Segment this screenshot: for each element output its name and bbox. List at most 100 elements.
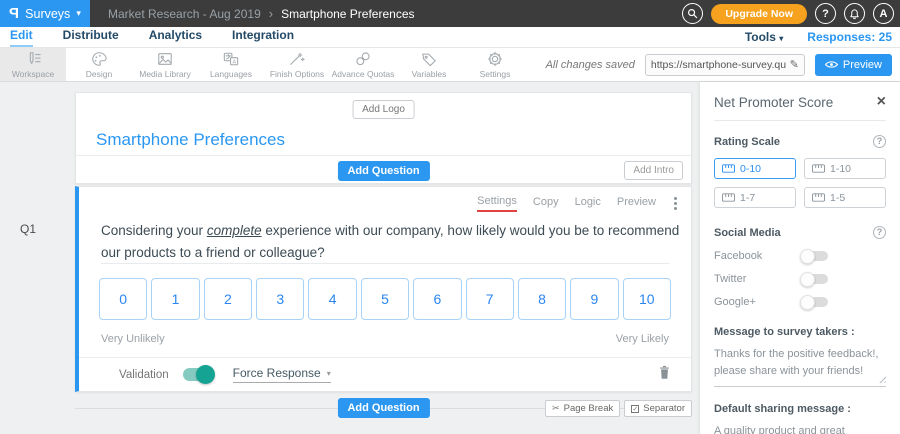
product-name: Surveys [25, 7, 70, 21]
nps-option[interactable]: 10 [623, 278, 671, 320]
menu-right: Tools ▾ Responses: 25 [745, 30, 900, 44]
social-media-label: Social Media [714, 227, 781, 239]
facebook-toggle[interactable] [802, 251, 828, 261]
menu-item-analytics[interactable]: Analytics [149, 28, 202, 47]
header-actions: Add Question Add Intro [76, 155, 691, 183]
nps-option[interactable]: 3 [256, 278, 304, 320]
chevron-down-icon: ▾ [76, 8, 81, 19]
rating-option-1-7[interactable]: 1-7 [714, 187, 796, 208]
question-text-underline [101, 263, 669, 264]
chevron-down-icon: ▾ [327, 369, 331, 378]
add-intro-button[interactable]: Add Intro [624, 161, 683, 180]
account-button[interactable]: A [873, 3, 894, 24]
toggle-knob [800, 272, 815, 287]
googleplus-toggle[interactable] [802, 297, 828, 307]
tools-dropdown[interactable]: Tools ▾ [745, 30, 783, 44]
menu-item-integration[interactable]: Integration [232, 28, 294, 47]
nps-option[interactable]: 9 [570, 278, 618, 320]
survey-builder-app: P Surveys ▾ Market Research - Aug 2019 ›… [0, 0, 900, 434]
rating-option-1-5[interactable]: 1-5 [804, 187, 886, 208]
question-text-part: Considering your [101, 223, 207, 238]
menu-item-edit[interactable]: Edit [10, 28, 33, 47]
preview-button[interactable]: Preview [815, 54, 892, 76]
tool-media-library[interactable]: Media Library [132, 48, 198, 81]
rating-scale-options: 0-10 1-10 1-7 1-5 [714, 158, 886, 208]
breadcrumb-current: Smartphone Preferences [281, 7, 414, 21]
separator-icon: ✓ [631, 405, 639, 413]
panel-divider [714, 120, 886, 121]
message-textarea[interactable]: Thanks for the positive feedback!, pleas… [714, 346, 886, 387]
page-break-button[interactable]: ✂ Page Break [545, 400, 620, 417]
nps-option[interactable]: 2 [204, 278, 252, 320]
scale-icon [812, 164, 825, 173]
notifications-button[interactable] [844, 3, 865, 24]
tool-design[interactable]: Design [66, 48, 132, 81]
page-break-label: Page Break [564, 403, 614, 414]
separator-button[interactable]: ✓ Separator [624, 400, 692, 417]
menu-item-distribute[interactable]: Distribute [63, 28, 119, 47]
validation-toggle[interactable] [183, 368, 213, 381]
close-icon[interactable]: × [877, 94, 886, 110]
add-question-button-top[interactable]: Add Question [337, 161, 429, 181]
tool-finish-options[interactable]: Finish Options [264, 48, 330, 81]
responses-link[interactable]: Responses: 25 [807, 30, 892, 44]
delete-question-button[interactable] [658, 365, 671, 385]
tab-preview[interactable]: Preview [617, 196, 656, 211]
tool-settings[interactable]: Settings [462, 48, 528, 81]
edit-url-icon[interactable]: ✎ [790, 58, 799, 71]
scale-icon [722, 193, 735, 202]
tool-label: Languages [210, 69, 252, 79]
autosave-status: All changes saved [546, 59, 635, 71]
tool-workspace[interactable]: Workspace [0, 48, 66, 81]
nps-option[interactable]: 8 [518, 278, 566, 320]
tab-copy[interactable]: Copy [533, 196, 559, 211]
rating-scale-label: Rating Scale [714, 136, 780, 148]
upgrade-now-button[interactable]: Upgrade Now [711, 4, 807, 24]
survey-title[interactable]: Smartphone Preferences [96, 130, 285, 150]
twitter-toggle[interactable] [802, 274, 828, 284]
search-button[interactable] [682, 3, 703, 24]
survey-canvas: Q1 Add Logo Smartphone Preferences Add Q… [0, 82, 700, 434]
top-bar: P Surveys ▾ Market Research - Aug 2019 ›… [0, 0, 900, 27]
validation-row: Validation Force Response ▾ [79, 357, 691, 391]
question-text[interactable]: Considering your complete experience wit… [101, 220, 683, 265]
tool-languages[interactable]: A Languages [198, 48, 264, 81]
breadcrumb-parent[interactable]: Market Research - Aug 2019 [108, 7, 261, 21]
question-text-emphasis: complete [207, 223, 262, 238]
eye-icon [825, 60, 838, 69]
twitter-label: Twitter [714, 273, 802, 285]
rating-option-0-10[interactable]: 0-10 [714, 158, 796, 179]
help-button[interactable]: ? [815, 3, 836, 24]
nps-option[interactable]: 5 [361, 278, 409, 320]
more-options-icon[interactable] [672, 195, 679, 212]
design-icon [90, 51, 108, 67]
help-icon[interactable]: ? [873, 226, 886, 239]
survey-url-input[interactable] [651, 59, 786, 71]
nps-option[interactable]: 4 [308, 278, 356, 320]
nps-option[interactable]: 1 [151, 278, 199, 320]
question-settings-panel: Net Promoter Score × Rating Scale ? 0-10… [700, 82, 900, 434]
sharing-textarea[interactable]: A quality product and great services, I … [714, 423, 886, 434]
product-switcher[interactable]: P Surveys ▾ [0, 0, 90, 27]
add-question-button-bottom[interactable]: Add Question [337, 398, 429, 418]
breadcrumb: Market Research - Aug 2019 › Smartphone … [108, 6, 415, 21]
tab-settings[interactable]: Settings [477, 195, 517, 212]
survey-header-card: Add Logo Smartphone Preferences Add Ques… [75, 92, 692, 184]
tab-logic[interactable]: Logic [575, 196, 601, 211]
tool-label: Finish Options [270, 69, 324, 79]
workspace-icon [24, 51, 42, 67]
add-logo-button[interactable]: Add Logo [352, 100, 415, 119]
nps-option[interactable]: 7 [466, 278, 514, 320]
validation-option-dropdown[interactable]: Force Response ▾ [233, 366, 331, 383]
trash-icon [658, 365, 671, 380]
main-menu: Edit Distribute Analytics Integration To… [0, 27, 900, 48]
rating-option-1-10[interactable]: 1-10 [804, 158, 886, 179]
tool-advance-quotas[interactable]: Advance Quotas [330, 48, 396, 81]
nps-option[interactable]: 0 [99, 278, 147, 320]
googleplus-label: Google+ [714, 296, 802, 308]
nps-scale: 0 1 2 3 4 5 6 7 8 9 10 [99, 278, 671, 320]
help-icon[interactable]: ? [873, 135, 886, 148]
chevron-down-icon: ▾ [779, 34, 783, 43]
tool-variables[interactable]: Variables [396, 48, 462, 81]
nps-option[interactable]: 6 [413, 278, 461, 320]
